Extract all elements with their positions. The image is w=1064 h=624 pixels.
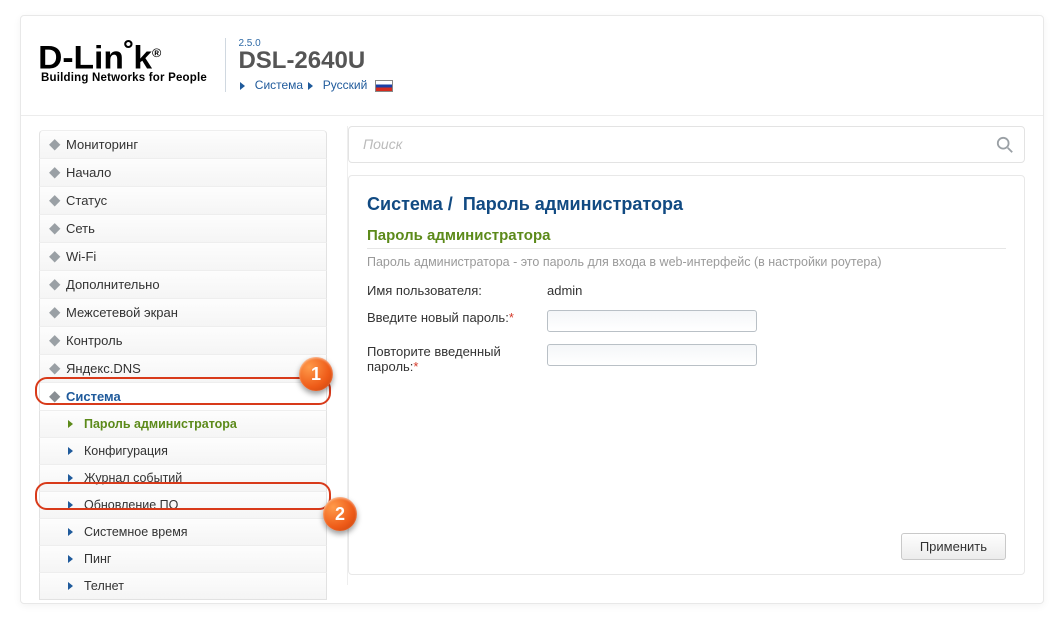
subnav-item-telnet[interactable]: Телнет (39, 572, 327, 600)
model-block: 2.5.0 DSL-2640U Система Русский (225, 38, 392, 92)
chevron-right-icon (68, 528, 73, 536)
new-password-label: Введите новый пароль:* (367, 310, 547, 325)
page-title-page: Пароль администратора (463, 194, 683, 214)
subnav-item-configuration[interactable]: Конфигурация (39, 437, 327, 465)
diamond-icon (49, 251, 60, 262)
sidebar-item-label: Сеть (66, 221, 95, 236)
sidebar-item-firewall[interactable]: Межсетевой экран (39, 298, 327, 327)
diamond-icon (49, 307, 60, 318)
subnav-item-admin-password[interactable]: Пароль администратора (39, 410, 327, 438)
new-password-input[interactable] (547, 310, 757, 332)
search-icon[interactable] (996, 136, 1014, 154)
required-mark: * (509, 310, 514, 325)
sidebar-item-advanced[interactable]: Дополнительно (39, 270, 327, 299)
confirm-password-input[interactable] (547, 344, 757, 366)
search-input[interactable] (361, 135, 979, 153)
subnav-item-label: Журнал событий (84, 471, 182, 485)
diamond-icon (49, 363, 60, 374)
subnav-item-label: Конфигурация (84, 444, 168, 458)
header: D-Link® Building Networks for People 2.5… (21, 16, 1043, 116)
diamond-open-icon (49, 391, 60, 402)
chevron-right-icon (68, 420, 73, 428)
confirm-password-label-text: Повторите введенный пароль: (367, 344, 501, 374)
subnav-item-ping[interactable]: Пинг (39, 545, 327, 573)
sidebar-item-label: Мониторинг (66, 137, 138, 152)
sidebar-item-label: Межсетевой экран (66, 305, 178, 320)
body: Мониторинг Начало Статус Сеть Wi-Fi Допо… (21, 116, 1043, 603)
username-value: admin (547, 283, 582, 298)
chevron-right-icon (68, 582, 73, 590)
subnav-item-label: Системное время (84, 525, 188, 539)
subnav-item-event-log[interactable]: Журнал событий (39, 464, 327, 492)
brand-logo: D-Link® Building Networks for People (41, 38, 207, 84)
page-title: Система / Пароль администратора (367, 190, 1006, 227)
sidebar-item-control[interactable]: Контроль (39, 326, 327, 355)
subnav-item-label: Пинг (84, 552, 111, 566)
content-panel: Система / Пароль администратора Пароль а… (348, 175, 1025, 575)
registered-icon: ® (152, 46, 161, 60)
diamond-icon (49, 223, 60, 234)
apply-button[interactable]: Применить (901, 533, 1006, 560)
diamond-icon (49, 279, 60, 290)
subnav-item-label: Пароль администратора (84, 417, 237, 431)
subnav-item-system-time[interactable]: Системное время (39, 518, 327, 546)
chevron-right-icon (68, 447, 73, 455)
subnav-item-label: Обновление ПО (84, 498, 178, 512)
diamond-icon (49, 195, 60, 206)
subnav-item-firmware-update[interactable]: Обновление ПО (39, 491, 327, 519)
brand-text: D-Link® (38, 38, 161, 73)
confirm-password-label: Повторите введенный пароль:* (367, 344, 547, 374)
sidebar-item-label: Яндекс.DNS (66, 361, 141, 376)
sidebar-item-label: Статус (66, 193, 107, 208)
breadcrumb: Система Русский (238, 78, 392, 92)
diamond-icon (49, 139, 60, 150)
sidebar-item-monitoring[interactable]: Мониторинг (39, 130, 327, 159)
main: Система / Пароль администратора Пароль а… (347, 126, 1025, 585)
sidebar-item-status[interactable]: Статус (39, 186, 327, 215)
form-row-username: Имя пользователя: admin (367, 283, 1006, 298)
model-name: DSL-2640U (238, 47, 392, 75)
required-mark: * (413, 359, 418, 374)
sidebar-item-label: Начало (66, 165, 111, 180)
chevron-right-icon (308, 82, 313, 90)
subnav-item-label: Телнет (84, 579, 124, 593)
page-title-sep: / (448, 194, 453, 214)
sidebar-item-label: Система (66, 389, 121, 404)
russian-flag-icon (375, 80, 393, 92)
sidebar-item-label: Контроль (66, 333, 122, 348)
brand-prefix: D-Lin (38, 40, 124, 76)
search-bar[interactable] (348, 126, 1025, 163)
breadcrumb-language[interactable]: Русский (323, 78, 368, 92)
sidebar-item-wifi[interactable]: Wi-Fi (39, 242, 327, 271)
sidebar-subnav: Пароль администратора Конфигурация Журна… (39, 410, 327, 600)
page-title-section: Система (367, 194, 443, 214)
sidebar-item-yandexdns[interactable]: Яндекс.DNS (39, 354, 327, 383)
section-description: Пароль администратора - это пароль для в… (367, 255, 1006, 269)
breadcrumb-system[interactable]: Система (255, 78, 303, 92)
sidebar: Мониторинг Начало Статус Сеть Wi-Fi Допо… (39, 131, 327, 585)
sidebar-item-label: Wi-Fi (66, 249, 96, 264)
chevron-right-icon (68, 555, 73, 563)
sidebar-item-network[interactable]: Сеть (39, 214, 327, 243)
chevron-right-icon (68, 501, 73, 509)
sidebar-item-start[interactable]: Начало (39, 158, 327, 187)
diamond-icon (49, 335, 60, 346)
brand-suffix: k (133, 40, 152, 76)
brand-circle-icon (124, 40, 132, 48)
form-row-confirm-password: Повторите введенный пароль:* (367, 344, 1006, 374)
chevron-right-icon (68, 474, 73, 482)
section-title: Пароль администратора (367, 227, 1006, 249)
app-shell: D-Link® Building Networks for People 2.5… (20, 15, 1044, 604)
diamond-icon (49, 167, 60, 178)
username-label: Имя пользователя: (367, 283, 547, 298)
sidebar-item-label: Дополнительно (66, 277, 160, 292)
chevron-right-icon (240, 82, 245, 90)
new-password-label-text: Введите новый пароль: (367, 310, 509, 325)
sidebar-item-system[interactable]: Система (39, 382, 327, 411)
form-row-new-password: Введите новый пароль:* (367, 310, 1006, 332)
